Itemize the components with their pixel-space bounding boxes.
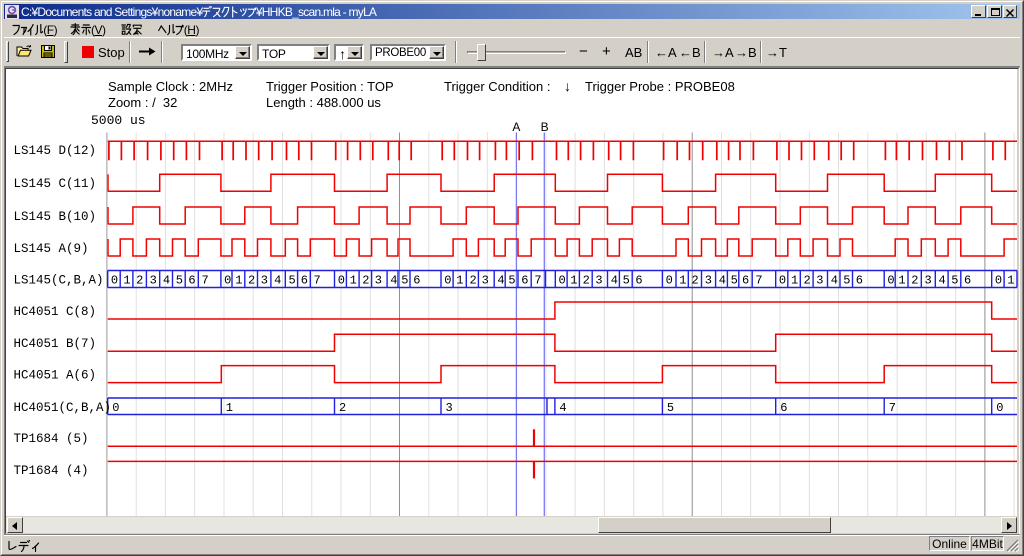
svg-text:2: 2 [362,274,369,288]
svg-text:1: 1 [570,274,577,288]
svg-text:0: 0 [887,274,894,288]
svg-text:0: 0 [666,274,673,288]
svg-text:3: 3 [925,274,932,288]
svg-text:4: 4 [611,274,618,288]
svg-text:B: B [541,120,549,134]
svg-text:5: 5 [731,274,738,288]
svg-text:0: 0 [338,274,345,288]
svg-text:1: 1 [226,401,233,415]
svg-text:5: 5 [289,274,296,288]
svg-text:2: 2 [583,274,590,288]
svg-text:1: 1 [679,274,686,288]
svg-text:6: 6 [635,274,642,288]
svg-text:1: 1 [898,274,905,288]
svg-text:A: A [512,120,520,134]
svg-text:1: 1 [350,274,357,288]
svg-text:5: 5 [843,274,850,288]
svg-text:TP1684 (4): TP1684 (4) [14,464,89,478]
svg-text:6: 6 [780,401,787,415]
svg-text:7: 7 [889,401,896,415]
svg-text:3: 3 [261,274,268,288]
svg-text:LS145 A(9): LS145 A(9) [14,242,89,256]
svg-text:4: 4 [274,274,281,288]
svg-text:5: 5 [176,274,183,288]
svg-text:LS145 C(11): LS145 C(11) [14,177,97,191]
svg-text:2: 2 [911,274,918,288]
svg-text:3: 3 [595,274,602,288]
svg-text:0: 0 [112,401,119,415]
svg-text:6: 6 [413,274,420,288]
svg-text:7: 7 [755,274,762,288]
svg-text:0: 0 [995,274,1002,288]
svg-text:3: 3 [375,274,382,288]
svg-text:2: 2 [804,274,811,288]
svg-text:5: 5 [667,401,674,415]
svg-text:6: 6 [742,274,749,288]
svg-text:5: 5 [401,274,408,288]
svg-text:6: 6 [964,274,971,288]
svg-text:0: 0 [996,401,1003,415]
svg-text:0: 0 [444,274,451,288]
svg-text:7: 7 [314,274,321,288]
svg-text:2: 2 [470,274,477,288]
svg-text:7: 7 [202,274,209,288]
svg-text:4: 4 [163,274,170,288]
svg-text:4: 4 [719,274,726,288]
svg-text:1: 1 [123,274,130,288]
svg-text:HC4051(C,B,A): HC4051(C,B,A) [14,401,112,415]
svg-text:4: 4 [939,274,946,288]
svg-text:2: 2 [692,274,699,288]
svg-text:1: 1 [235,274,242,288]
svg-text:1: 1 [456,274,463,288]
svg-text:4: 4 [559,401,566,415]
svg-text:3: 3 [816,274,823,288]
svg-text:1: 1 [791,274,798,288]
svg-text:HC4051 A(6): HC4051 A(6) [14,368,97,382]
svg-text:0: 0 [224,274,231,288]
svg-text:HC4051 B(7): HC4051 B(7) [14,337,97,351]
svg-text:0: 0 [111,274,118,288]
svg-text:TP1684 (5): TP1684 (5) [14,432,89,446]
svg-text:3: 3 [482,274,489,288]
svg-text:5: 5 [623,274,630,288]
svg-text:6: 6 [521,274,528,288]
svg-text:LS145 D(12): LS145 D(12) [14,144,97,158]
svg-text:3: 3 [446,401,453,415]
svg-text:2: 2 [339,401,346,415]
svg-text:3: 3 [705,274,712,288]
svg-text:3: 3 [150,274,157,288]
svg-text:6: 6 [188,274,195,288]
svg-text:2: 2 [248,274,255,288]
svg-text:4: 4 [390,274,397,288]
svg-text:5: 5 [951,274,958,288]
svg-text:2: 2 [136,274,143,288]
svg-text:HC4051 C(8): HC4051 C(8) [14,305,97,319]
svg-text:7: 7 [534,274,541,288]
svg-text:6: 6 [856,274,863,288]
svg-text:6: 6 [301,274,308,288]
svg-text:0: 0 [779,274,786,288]
svg-text:0: 0 [559,274,566,288]
svg-text:LS145 B(10): LS145 B(10) [14,210,97,224]
svg-text:4: 4 [831,274,838,288]
svg-text:5: 5 [508,274,515,288]
svg-text:1: 1 [1007,274,1014,288]
svg-text:LS145(C,B,A): LS145(C,B,A) [14,273,104,287]
svg-text:4: 4 [497,274,504,288]
